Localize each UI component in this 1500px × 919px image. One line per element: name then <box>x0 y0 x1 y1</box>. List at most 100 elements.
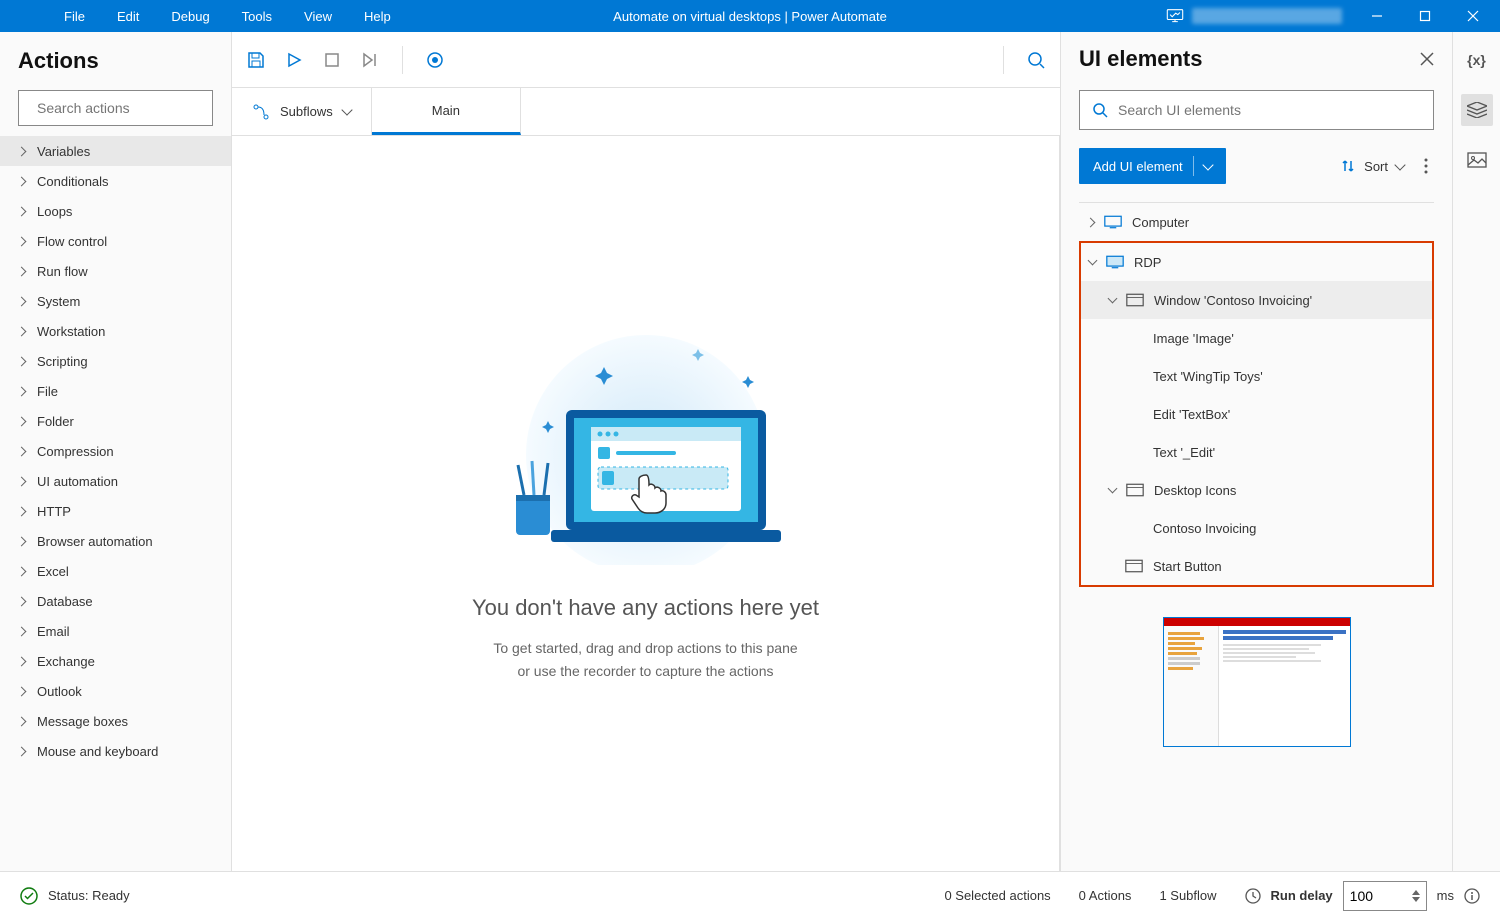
actions-search[interactable] <box>18 90 213 126</box>
tree-node-start[interactable]: Start Button <box>1081 547 1432 585</box>
maximize-button[interactable] <box>1402 0 1448 32</box>
toolbar-divider <box>1003 46 1004 74</box>
action-category[interactable]: Browser automation <box>0 526 231 556</box>
action-category[interactable]: Folder <box>0 406 231 436</box>
chevron-right-icon <box>17 566 27 576</box>
actions-search-input[interactable] <box>37 100 218 116</box>
tree-leaf-edit[interactable]: Edit 'TextBox' <box>1081 395 1432 433</box>
toolbar <box>232 32 1060 88</box>
tree-leaf-text[interactable]: Text '_Edit' <box>1081 433 1432 471</box>
action-category[interactable]: Flow control <box>0 226 231 256</box>
tree-node-window[interactable]: Window 'Contoso Invoicing' <box>1081 281 1432 319</box>
status-text: Status: Ready <box>48 888 130 903</box>
close-button[interactable] <box>1450 0 1496 32</box>
minimize-button[interactable] <box>1354 0 1400 32</box>
toolbar-divider <box>402 46 403 74</box>
flow-canvas[interactable]: You don't have any actions here yet To g… <box>232 136 1060 871</box>
stepper-up[interactable] <box>1412 890 1420 895</box>
actions-list: Variables Conditionals Loops Flow contro… <box>0 136 231 871</box>
stepper-down[interactable] <box>1412 897 1420 902</box>
action-category[interactable]: Message boxes <box>0 706 231 736</box>
empty-title: You don't have any actions here yet <box>472 595 819 621</box>
action-category[interactable]: Outlook <box>0 676 231 706</box>
tree-leaf-text[interactable]: Text 'WingTip Toys' <box>1081 357 1432 395</box>
ui-elements-rail-icon[interactable] <box>1461 94 1493 126</box>
action-category[interactable]: Email <box>0 616 231 646</box>
action-category[interactable]: Loops <box>0 196 231 226</box>
right-panel: UI elements Add UI element Sort <box>1060 32 1500 871</box>
chevron-right-icon <box>17 656 27 666</box>
menu-tools[interactable]: Tools <box>228 3 286 30</box>
record-button[interactable] <box>425 50 445 70</box>
menu-edit[interactable]: Edit <box>103 3 153 30</box>
menu-view[interactable]: View <box>290 3 346 30</box>
vm-icon <box>1166 9 1184 23</box>
window-icon <box>1125 559 1143 573</box>
account-info-blurred <box>1192 8 1342 24</box>
chevron-right-icon <box>17 236 27 246</box>
save-button[interactable] <box>246 50 266 70</box>
chevron-right-icon <box>1086 217 1096 227</box>
menu-file[interactable]: File <box>50 3 99 30</box>
chevron-right-icon <box>17 716 27 726</box>
action-category[interactable]: Scripting <box>0 346 231 376</box>
flow-search-button[interactable] <box>1026 50 1046 70</box>
window-icon <box>1126 293 1144 307</box>
add-ui-element-button[interactable]: Add UI element <box>1079 148 1226 184</box>
tree-node-computer[interactable]: Computer <box>1079 203 1434 241</box>
menu-debug[interactable]: Debug <box>157 3 223 30</box>
action-category[interactable]: File <box>0 376 231 406</box>
info-icon[interactable] <box>1464 888 1480 904</box>
tree-node-rdp[interactable]: RDP <box>1081 243 1432 281</box>
play-button[interactable] <box>284 50 304 70</box>
subflows-icon <box>252 103 270 121</box>
tree-leaf-image[interactable]: Image 'Image' <box>1081 319 1432 357</box>
ui-elements-search-input[interactable] <box>1118 102 1421 118</box>
window-title: Automate on virtual desktops | Power Aut… <box>613 9 887 24</box>
action-category[interactable]: Run flow <box>0 256 231 286</box>
images-rail-icon[interactable] <box>1461 144 1493 176</box>
menu-help[interactable]: Help <box>350 3 405 30</box>
chevron-right-icon <box>17 686 27 696</box>
subflows-dropdown[interactable]: Subflows <box>232 88 372 135</box>
chevron-down-icon <box>341 104 352 115</box>
variables-rail-icon[interactable]: {x} <box>1461 44 1493 76</box>
action-category[interactable]: HTTP <box>0 496 231 526</box>
action-category[interactable]: Compression <box>0 436 231 466</box>
selected-count: 0 Selected actions <box>944 888 1050 903</box>
action-category[interactable]: Workstation <box>0 316 231 346</box>
statusbar: Status: Ready 0 Selected actions 0 Actio… <box>0 871 1500 919</box>
tree-leaf-contoso[interactable]: Contoso Invoicing <box>1081 509 1432 547</box>
chevron-right-icon <box>17 146 27 156</box>
center-area: Subflows Main <box>232 32 1060 871</box>
tab-main[interactable]: Main <box>372 88 521 135</box>
chevron-right-icon <box>17 596 27 606</box>
action-category[interactable]: UI automation <box>0 466 231 496</box>
step-button[interactable] <box>360 50 380 70</box>
monitor-icon <box>1104 215 1122 229</box>
chevron-down-icon <box>1394 159 1405 170</box>
window-icon <box>1126 483 1144 497</box>
action-category[interactable]: Exchange <box>0 646 231 676</box>
sort-button[interactable]: Sort <box>1340 158 1404 174</box>
titlebar: File Edit Debug Tools View Help Automate… <box>0 0 1500 32</box>
stop-button[interactable] <box>322 50 342 70</box>
action-category[interactable]: Database <box>0 586 231 616</box>
chevron-right-icon <box>17 626 27 636</box>
action-category[interactable]: Excel <box>0 556 231 586</box>
action-category[interactable]: Variables <box>0 136 231 166</box>
tree-node-desktop[interactable]: Desktop Icons <box>1081 471 1432 509</box>
action-category[interactable]: Mouse and keyboard <box>0 736 231 766</box>
close-panel-button[interactable] <box>1420 52 1434 66</box>
menu-bar: File Edit Debug Tools View Help <box>50 3 405 30</box>
ui-elements-search[interactable] <box>1079 90 1434 130</box>
run-delay-input[interactable] <box>1343 881 1427 911</box>
sort-icon <box>1340 158 1356 174</box>
chevron-right-icon <box>17 326 27 336</box>
action-category[interactable]: System <box>0 286 231 316</box>
action-category[interactable]: Conditionals <box>0 166 231 196</box>
chevron-down-icon <box>1202 159 1213 170</box>
chevron-down-icon <box>1108 484 1118 494</box>
more-options-button[interactable] <box>1418 152 1434 180</box>
rdp-monitor-icon <box>1106 255 1124 269</box>
